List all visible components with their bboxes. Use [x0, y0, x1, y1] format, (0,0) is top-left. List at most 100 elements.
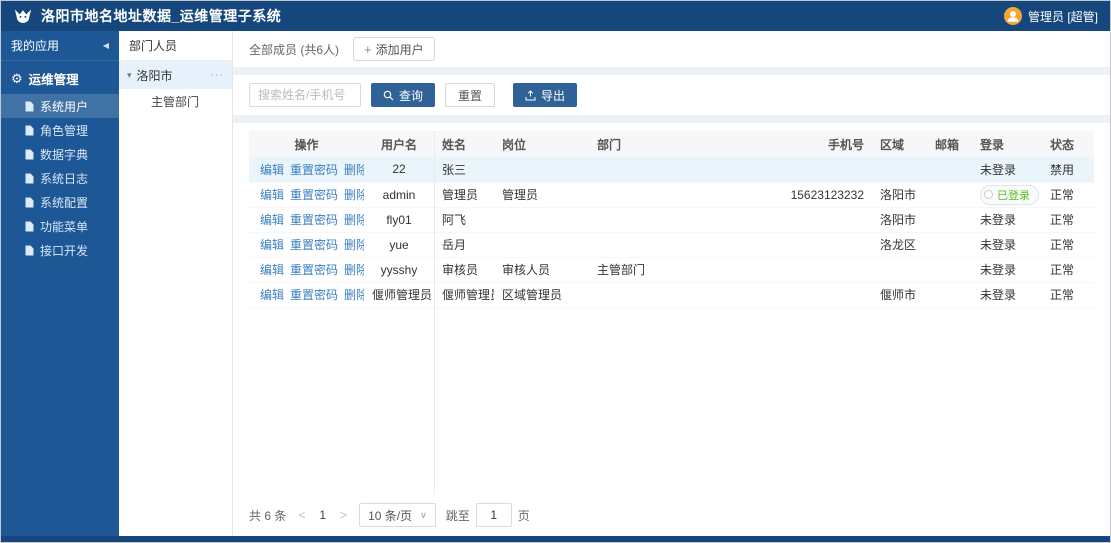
table-row[interactable]: 编辑重置密码删除 admin 管理员 管理员 15623123232 洛阳市 [249, 182, 1094, 208]
sidebar-header-label: 我的应用 [11, 39, 60, 53]
reset-password-link[interactable]: 重置密码 [290, 188, 338, 202]
app-window: 洛阳市地名地址数据_运维管理子系统 管理员 [超管] 我的应用 ◀ ⚙ 运维管理 [0, 0, 1111, 543]
delete-link[interactable]: 删除 [344, 263, 364, 277]
cell-status: 正常 [1042, 282, 1094, 308]
document-icon [25, 101, 34, 112]
sidebar-item-label: 系统用户 [40, 99, 89, 114]
cell-department [589, 182, 767, 208]
user-table: 操作 用户名 姓名 岗位 部门 手机号 区域 邮箱 登录 状态 编辑 重置密码 … [249, 131, 1094, 308]
edit-link[interactable]: 编辑 [260, 263, 284, 277]
table-row[interactable]: 编辑重置密码删除 fly01 阿飞 洛阳市 [249, 207, 1094, 233]
query-label: 查询 [399, 88, 424, 103]
cell-login: 未登录 未登录 [972, 157, 1042, 183]
prev-page-button[interactable]: < [296, 508, 307, 522]
cell-phone [767, 157, 872, 183]
search-bar: 查询 重置 导出 [233, 75, 1110, 115]
tree-node-department[interactable]: 主管部门 [119, 89, 232, 115]
login-toggle[interactable]: 已登录 [980, 184, 1039, 205]
current-page[interactable]: 1 [317, 508, 328, 522]
page-size-select[interactable]: 10 条/页 ∨ [359, 503, 436, 527]
reset-password-link[interactable]: 重置密码 [290, 163, 338, 177]
reset-password-link[interactable]: 重置密码 [290, 263, 338, 277]
document-icon [25, 125, 34, 136]
cell-username: fly01 [364, 207, 434, 233]
sidebar-item[interactable]: 数据字典 [1, 142, 119, 166]
tree-node-luoyang[interactable]: ▾ 洛阳市 ··· [119, 61, 232, 89]
delete-link[interactable]: 删除 [344, 288, 364, 302]
cell-status: 正常 [1042, 207, 1094, 233]
table-row[interactable]: 编辑重置密码删除 22 张三 [249, 157, 1094, 183]
next-page-button[interactable]: > [338, 508, 349, 522]
edit-link[interactable]: 编辑 [260, 163, 284, 177]
edit-link[interactable]: 编辑 [260, 238, 284, 252]
delete-link[interactable]: 删除 [344, 188, 364, 202]
sidebar-header: 我的应用 ◀ [1, 31, 119, 61]
cell-position: 审核人员 [494, 257, 589, 283]
sidebar-group-ops[interactable]: ⚙ 运维管理 [1, 61, 119, 94]
export-button[interactable]: 导出 [513, 83, 578, 107]
table-row[interactable]: 编辑重置密码删除 偃师管理员 偃师管理员 区域管理员 偃师市 [249, 282, 1094, 308]
column-header: 部门 [589, 131, 767, 157]
edit-link[interactable]: 编辑 [260, 288, 284, 302]
cell-login: 已登录 已登录 [972, 182, 1042, 208]
sidebar-item[interactable]: 系统用户 [1, 94, 119, 118]
edit-link[interactable]: 编辑 [260, 188, 284, 202]
query-button[interactable]: 查询 [371, 83, 436, 107]
add-user-button[interactable]: + 添加用户 [353, 37, 435, 61]
search-icon [383, 90, 394, 101]
edit-link[interactable]: 编辑 [260, 213, 284, 227]
column-header: 用户名 [364, 131, 434, 157]
table-row[interactable]: 编辑重置密码删除 yysshy 审核员 审核人员 主管部门 [249, 257, 1094, 283]
sidebar-item[interactable]: 系统日志 [1, 166, 119, 190]
row-actions: 编辑重置密码删除 [249, 207, 364, 233]
reset-password-link[interactable]: 重置密码 [290, 213, 338, 227]
sidebar-item[interactable]: 功能菜单 [1, 214, 119, 238]
export-label: 导出 [541, 88, 566, 103]
reset-password-link[interactable]: 重置密码 [290, 238, 338, 252]
jump-page-input[interactable] [475, 503, 512, 527]
cell-login: 未登录 未登录 [972, 257, 1042, 283]
table-row[interactable]: 编辑重置密码删除 yue 岳月 洛龙区 [249, 232, 1094, 258]
sidebar-item[interactable]: 系统配置 [1, 190, 119, 214]
delete-link[interactable]: 删除 [344, 238, 364, 252]
column-header: 区域 [872, 131, 927, 157]
tree-node-more-icon[interactable]: ··· [210, 69, 224, 81]
collapse-sidebar-icon[interactable]: ◀ [103, 41, 109, 50]
sidebar-item[interactable]: 接口开发 [1, 238, 119, 262]
search-input[interactable] [249, 83, 361, 107]
reset-password-link[interactable]: 重置密码 [290, 288, 338, 302]
user-name: 管理员 [超管] [1027, 9, 1098, 24]
cell-position [494, 207, 589, 233]
row-actions: 编辑重置密码删除 [249, 157, 364, 183]
cell-email [927, 182, 972, 208]
chevron-down-icon[interactable]: ▾ [127, 70, 132, 81]
column-header: 岗位 [494, 131, 589, 157]
sidebar-item-label: 数据字典 [40, 147, 89, 162]
user-area[interactable]: 管理员 [超管] [1003, 7, 1098, 25]
cell-email [927, 157, 972, 183]
column-header: 邮箱 [927, 131, 972, 157]
row-actions: 编辑重置密码删除 [249, 232, 364, 258]
cell-position: 区域管理员 [494, 282, 589, 308]
cell-phone [767, 282, 872, 308]
delete-link[interactable]: 删除 [344, 163, 364, 177]
reset-button[interactable]: 重置 [445, 83, 496, 107]
delete-link[interactable]: 删除 [344, 213, 364, 227]
table-header-row: 操作 用户名 姓名 岗位 部门 手机号 区域 邮箱 登录 状态 [249, 131, 1094, 157]
jump-to-page: 跳至 页 [446, 503, 530, 527]
sidebar: 我的应用 ◀ ⚙ 运维管理 系统用户 角色管理 数据字典 系统日志 系统配置 功… [1, 31, 119, 536]
cell-region: 洛阳市 [872, 207, 927, 233]
cell-phone: 15623123232 [767, 182, 872, 208]
login-text: 未登录 [980, 263, 1017, 277]
cell-position [494, 157, 589, 183]
cell-phone [767, 207, 872, 233]
cell-email [927, 282, 972, 308]
column-header: 姓名 [434, 131, 494, 157]
cell-department [589, 232, 767, 258]
document-icon [25, 245, 34, 256]
row-actions: 编辑重置密码删除 [249, 257, 364, 283]
document-icon [25, 149, 34, 160]
column-header: 操作 [249, 131, 364, 157]
cell-region [872, 157, 927, 183]
sidebar-item[interactable]: 角色管理 [1, 118, 119, 142]
